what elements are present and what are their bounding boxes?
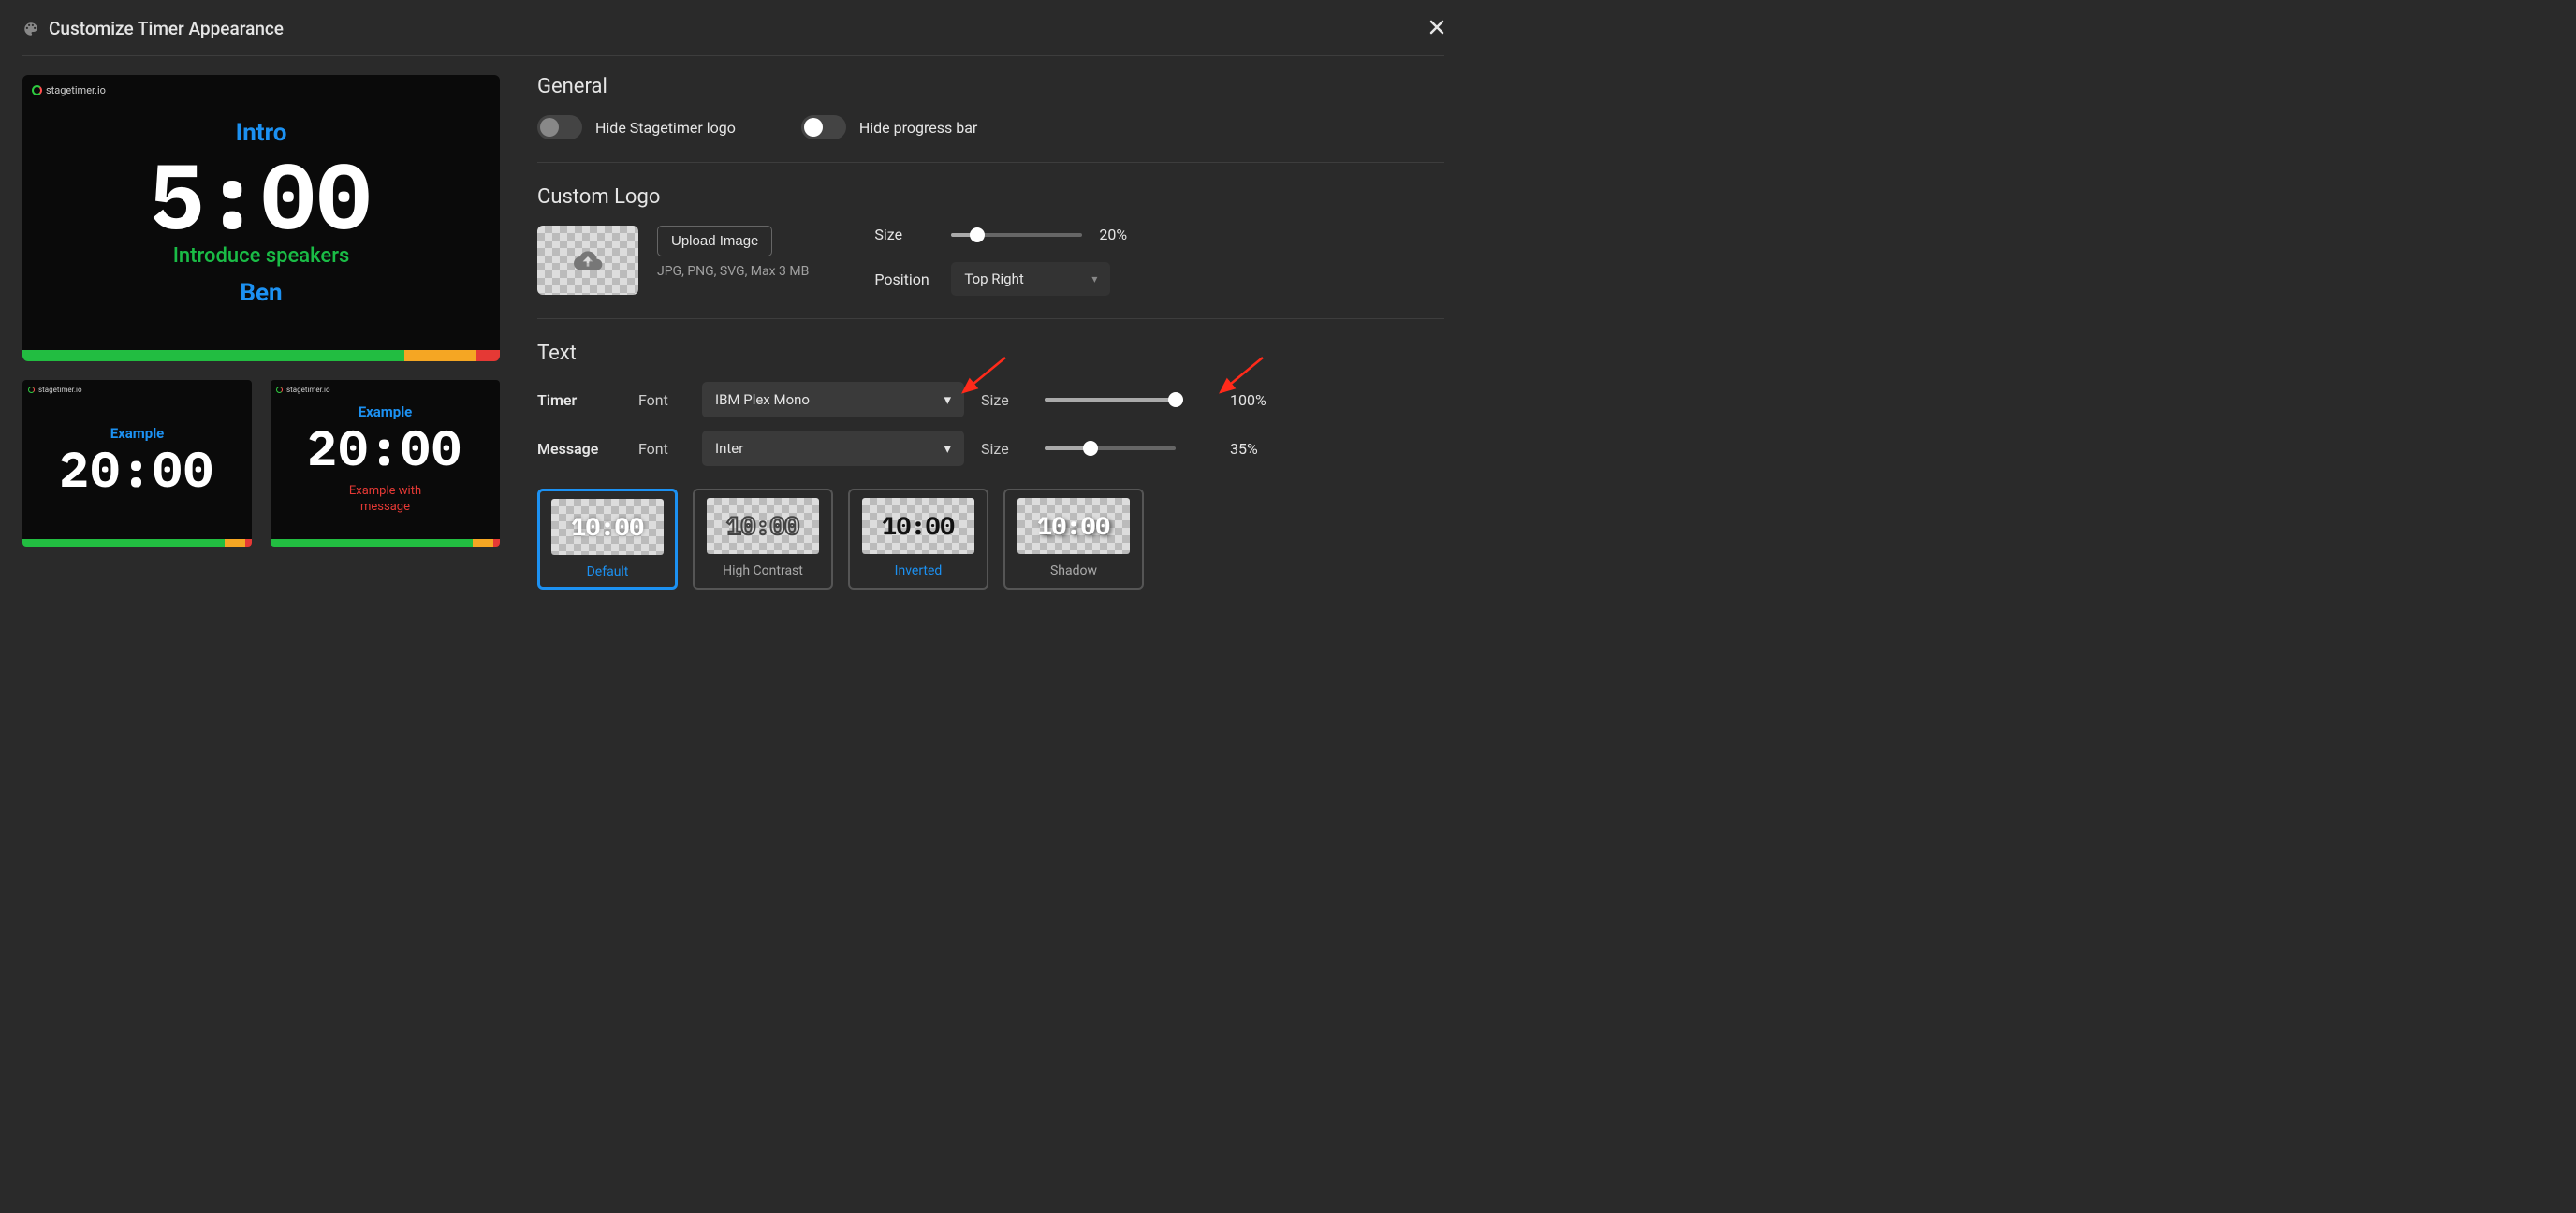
preview-presenter: Ben <box>240 279 282 307</box>
preview-progress-bar <box>22 539 252 547</box>
toggle-hide-progress[interactable] <box>801 115 846 139</box>
section-text: Text Timer Font IBM Plex Mono ▾ Size 100… <box>537 342 1444 590</box>
style-label: Inverted <box>895 563 943 578</box>
toggle-hide-progress-wrap: Hide progress bar <box>801 115 978 139</box>
style-high-contrast[interactable]: 10:00 High Contrast <box>693 489 833 590</box>
preview-logo: stagetimer.io <box>28 386 82 394</box>
chevron-down-icon: ▾ <box>1091 272 1097 285</box>
preview-main: stagetimer.io Intro 5:00 Introduce speak… <box>22 75 500 361</box>
timer-size-value: 100% <box>1230 391 1277 409</box>
controls-column: General Hide Stagetimer logo Hide progre… <box>537 75 1444 590</box>
row-label-timer: Timer <box>537 391 622 409</box>
palette-icon <box>22 21 39 37</box>
toggle-hide-logo[interactable] <box>537 115 582 139</box>
text-style-swatches: 10:00 Default 10:00 High Contrast 10:00 … <box>537 489 1444 590</box>
message-size-slider[interactable] <box>1045 446 1176 450</box>
preview-logo: stagetimer.io <box>276 386 330 394</box>
preview-time: 20:00 <box>307 424 462 473</box>
preview-small-1: stagetimer.io Example 20:00 <box>22 380 252 547</box>
modal-header: Customize Timer Appearance <box>22 17 1444 56</box>
timer-font-select[interactable]: IBM Plex Mono ▾ <box>702 382 964 417</box>
preview-column: stagetimer.io Intro 5:00 Introduce speak… <box>22 75 500 590</box>
upload-image-button[interactable]: Upload Image <box>657 226 772 256</box>
logo-size-label: Size <box>874 226 934 243</box>
customize-timer-modal: Customize Timer Appearance stagetimer.io… <box>0 0 1467 606</box>
style-label: Default <box>587 564 629 579</box>
modal-title: Customize Timer Appearance <box>49 18 284 39</box>
toggle-hide-logo-label: Hide Stagetimer logo <box>595 119 736 137</box>
style-shadow[interactable]: 10:00 Shadow <box>1003 489 1144 590</box>
section-general: General Hide Stagetimer logo Hide progre… <box>537 75 1444 163</box>
preview-logo-text: stagetimer.io <box>46 84 106 96</box>
preview-message: Example with message <box>349 484 421 516</box>
section-custom-logo: Custom Logo Upload Image JPG, PNG, SVG, … <box>537 185 1444 319</box>
preview-time: 5:00 <box>150 151 373 241</box>
preview-progress-bar <box>22 350 500 361</box>
modal-body: stagetimer.io Intro 5:00 Introduce speak… <box>22 56 1444 590</box>
logo-upload-dropzone[interactable] <box>537 226 638 295</box>
logo-size-slider[interactable] <box>951 233 1082 237</box>
style-label: Shadow <box>1050 563 1097 578</box>
size-label: Size <box>981 440 1028 458</box>
section-heading-text: Text <box>537 342 1444 365</box>
message-font-value: Inter <box>715 440 743 457</box>
logo-position-select[interactable]: Top Right ▾ <box>951 262 1110 296</box>
toggle-hide-progress-label: Hide progress bar <box>859 119 978 137</box>
preview-main-body: Intro 5:00 Introduce speakers Ben <box>22 75 500 350</box>
style-label: High Contrast <box>723 563 803 578</box>
logo-position-value: Top Right <box>964 270 1023 287</box>
upload-hint: JPG, PNG, SVG, Max 3 MB <box>657 264 809 279</box>
style-inverted[interactable]: 10:00 Inverted <box>848 489 988 590</box>
preview-logo: stagetimer.io <box>32 84 106 96</box>
section-heading-custom-logo: Custom Logo <box>537 185 1444 209</box>
message-font-select[interactable]: Inter ▾ <box>702 431 964 466</box>
font-label: Font <box>638 440 685 458</box>
cloud-upload-icon <box>573 249 603 271</box>
style-default[interactable]: 10:00 Default <box>537 489 678 590</box>
preview-row: stagetimer.io Example 20:00 stagetimer.i… <box>22 380 500 547</box>
chevron-down-icon: ▾ <box>944 440 951 457</box>
section-heading-general: General <box>537 75 1444 98</box>
close-button[interactable] <box>1429 17 1444 40</box>
close-icon <box>1429 20 1444 35</box>
preview-progress-bar <box>271 539 500 547</box>
row-label-message: Message <box>537 440 622 458</box>
preview-small-2: stagetimer.io Example 20:00 Example with… <box>271 380 500 547</box>
timer-font-value: IBM Plex Mono <box>715 391 810 408</box>
size-label: Size <box>981 391 1028 409</box>
font-label: Font <box>638 391 685 409</box>
logo-position-label: Position <box>874 270 934 288</box>
chevron-down-icon: ▾ <box>944 391 951 408</box>
toggle-hide-logo-wrap: Hide Stagetimer logo <box>537 115 736 139</box>
preview-subtitle: Introduce speakers <box>173 244 350 268</box>
preview-time: 20:00 <box>59 446 214 494</box>
logo-ring-icon <box>32 85 42 95</box>
logo-size-value: 20% <box>1099 226 1146 243</box>
timer-size-slider[interactable] <box>1045 398 1176 402</box>
message-size-value: 35% <box>1230 440 1277 458</box>
